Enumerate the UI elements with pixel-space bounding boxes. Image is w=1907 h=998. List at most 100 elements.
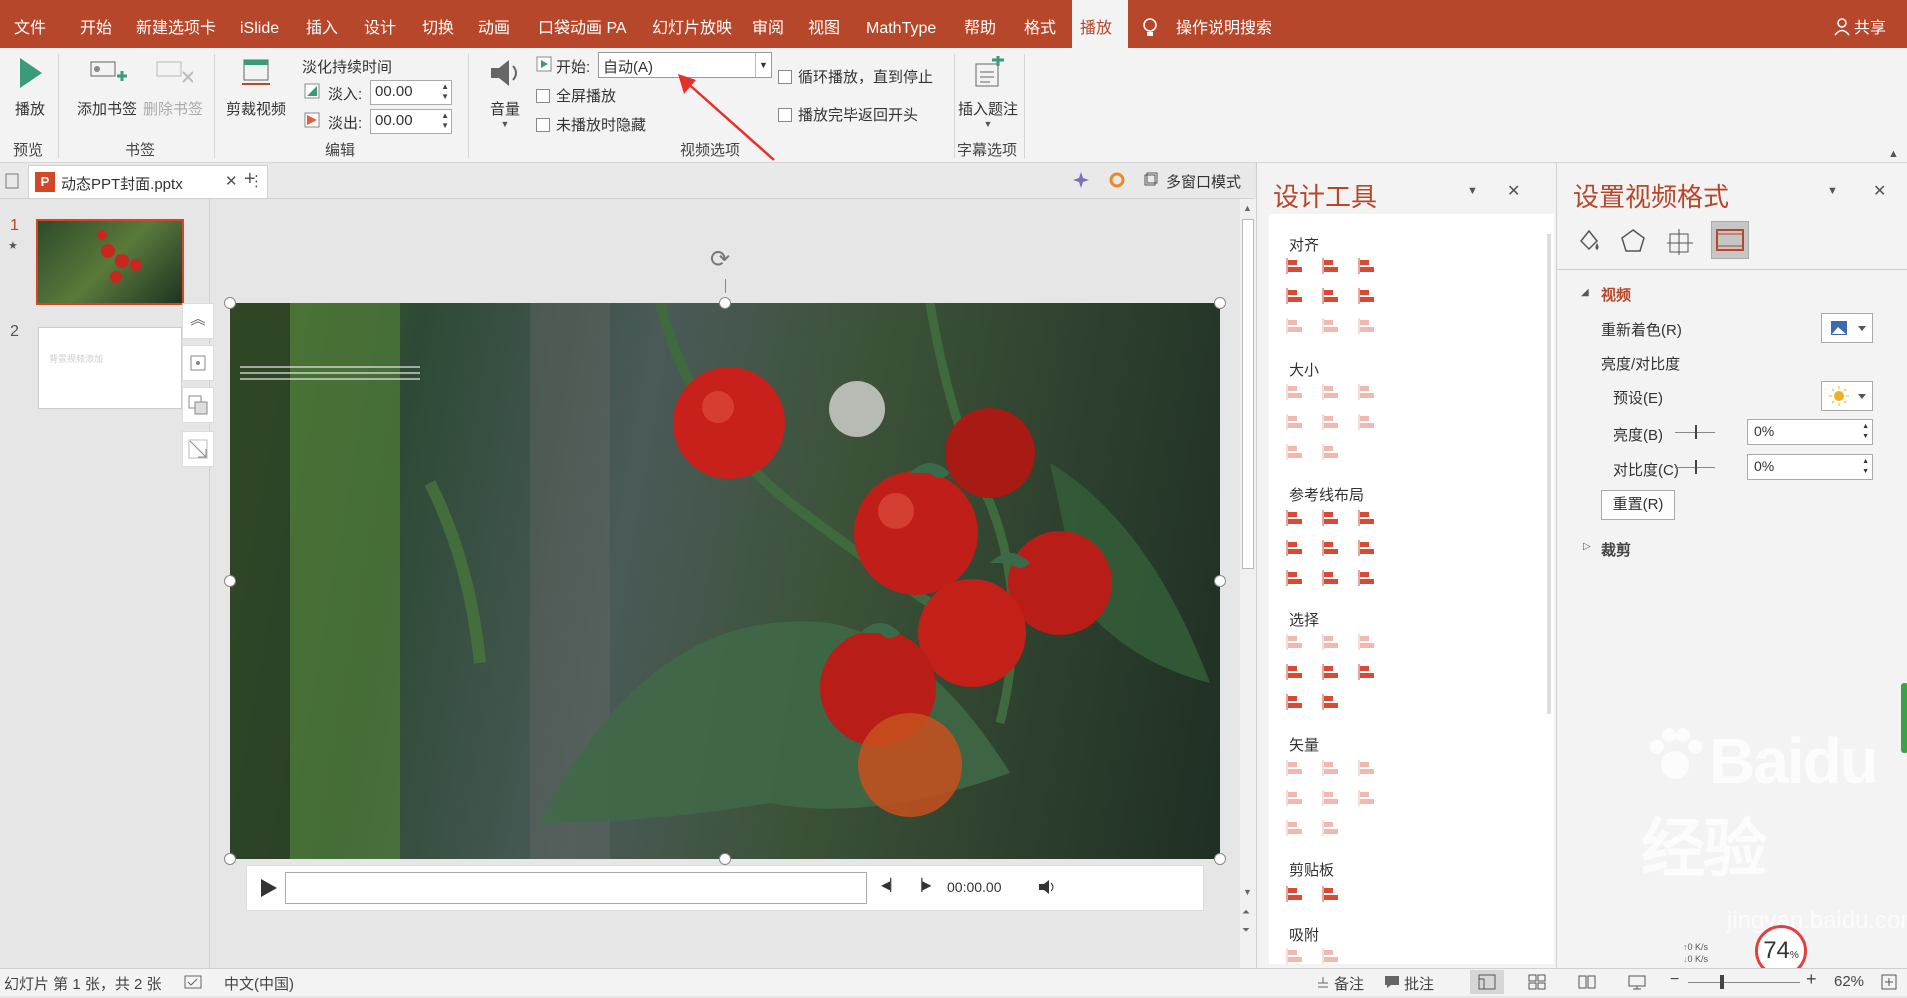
design-tool-icon[interactable] <box>1357 758 1377 778</box>
tell-me-search[interactable]: 操作说明搜索 <box>1168 0 1280 48</box>
step-back-icon[interactable]: ◀▏ <box>881 878 899 892</box>
design-tool-icon[interactable] <box>1321 538 1341 558</box>
video-tab-icon[interactable] <box>1711 221 1749 259</box>
pane-scrollbar[interactable] <box>1547 234 1551 714</box>
language[interactable]: 中文(中国) <box>224 973 294 994</box>
design-tool-icon[interactable] <box>1285 382 1305 402</box>
design-tool-icon[interactable] <box>1357 662 1377 682</box>
design-tool-icon[interactable] <box>1321 884 1341 904</box>
zoom-slider[interactable] <box>1688 982 1800 983</box>
tab-slideshow[interactable]: 幻灯片放映 <box>644 0 740 48</box>
spinner-arrows-icon[interactable]: ▲ ▼ <box>1862 422 1869 442</box>
tab-animations[interactable]: 动画 <box>470 0 518 48</box>
design-tool-icon[interactable] <box>1321 382 1341 402</box>
design-tool-icon[interactable] <box>1357 412 1377 432</box>
design-tool-icon[interactable] <box>1321 632 1341 652</box>
side-handle[interactable] <box>1901 683 1907 753</box>
notes-icon[interactable] <box>1316 975 1330 993</box>
rewind-checkbox[interactable]: 播放完毕返回开头 <box>778 104 918 125</box>
design-tool-icon[interactable] <box>1285 662 1305 682</box>
zoom-out-icon[interactable]: − <box>1670 971 1679 989</box>
slider-thumb[interactable] <box>1695 460 1697 474</box>
tab-insert[interactable]: 插入 <box>298 0 346 48</box>
design-tool-icon[interactable] <box>1321 508 1341 528</box>
effects-icon[interactable] <box>1619 227 1647 259</box>
checkbox-box[interactable] <box>536 89 550 103</box>
next-slide-icon[interactable]: ⏷ <box>1242 925 1250 936</box>
chevron-down-icon[interactable]: ▼ <box>1827 185 1838 197</box>
add-bookmark-button[interactable]: 添加书签 <box>74 56 140 119</box>
design-tool-icon[interactable] <box>1285 632 1305 652</box>
design-tool-icon[interactable] <box>1321 692 1341 712</box>
design-tool-icon[interactable] <box>1321 662 1341 682</box>
design-tool-icon[interactable] <box>1285 538 1305 558</box>
spinner-arrows-icon[interactable]: ▲ ▼ <box>1862 457 1869 477</box>
fullscreen-checkbox[interactable]: 全屏播放 <box>536 85 616 106</box>
fade-out-stepper[interactable]: 00.00 ▲ ▼ <box>370 109 452 134</box>
tab-review[interactable]: 审阅 <box>744 0 792 48</box>
document-list-icon[interactable] <box>4 172 22 194</box>
crop-section-header[interactable]: 裁剪 <box>1601 539 1631 560</box>
resize-handle[interactable] <box>1214 297 1226 309</box>
tab-home[interactable]: 开始 <box>72 0 120 48</box>
layer-icon[interactable] <box>182 387 214 423</box>
video-progress-bar[interactable] <box>285 872 867 904</box>
tab-design[interactable]: 设计 <box>356 0 404 48</box>
design-tool-icon[interactable] <box>1321 316 1341 336</box>
design-tool-icon[interactable] <box>1321 442 1341 462</box>
spinner-arrows-icon[interactable]: ▲ ▼ <box>441 82 449 102</box>
volume-button[interactable]: 音量 ▼ <box>480 56 530 129</box>
design-tool-icon[interactable] <box>1357 632 1377 652</box>
design-tool-icon[interactable] <box>1357 382 1377 402</box>
align-center-icon[interactable] <box>182 345 214 381</box>
design-tool-icon[interactable] <box>1321 818 1341 838</box>
checkbox-box[interactable] <box>536 118 550 132</box>
design-tool-icon[interactable] <box>1321 412 1341 432</box>
design-tool-icon[interactable] <box>1321 256 1341 276</box>
slide-thumbnail-1[interactable] <box>36 219 184 305</box>
play-icon[interactable] <box>257 876 279 904</box>
design-tool-icon[interactable] <box>1321 758 1341 778</box>
comments-button[interactable]: 批注 <box>1404 973 1434 994</box>
tab-help[interactable]: 帮助 <box>956 0 1004 48</box>
design-tool-icon[interactable] <box>1357 788 1377 808</box>
design-tool-icon[interactable] <box>1321 946 1341 966</box>
design-tool-icon[interactable] <box>1357 508 1377 528</box>
design-tool-icon[interactable] <box>1285 818 1305 838</box>
slideshow-view-icon[interactable] <box>1628 974 1646 994</box>
design-tool-icon[interactable] <box>1357 256 1377 276</box>
volume-icon[interactable] <box>1037 878 1057 900</box>
trim-video-button[interactable]: 剪裁视频 <box>222 56 290 119</box>
spellcheck-icon[interactable] <box>184 975 202 995</box>
resize-icon[interactable] <box>182 431 214 467</box>
design-tool-icon[interactable] <box>1285 316 1305 336</box>
fill-line-icon[interactable] <box>1575 227 1603 259</box>
prev-slide-icon[interactable]: ⏶ <box>1242 907 1250 918</box>
reading-view-icon[interactable] <box>1578 974 1596 994</box>
remove-bookmark-button[interactable]: 删除书签 <box>140 56 206 119</box>
design-tool-icon[interactable] <box>1285 412 1305 432</box>
design-tool-icon[interactable] <box>1285 256 1305 276</box>
presets-dropdown[interactable] <box>1821 381 1873 411</box>
design-tool-icon[interactable] <box>1357 568 1377 588</box>
design-tool-icon[interactable] <box>1285 568 1305 588</box>
collapse-up-icon[interactable]: ︽ <box>182 303 214 339</box>
design-tool-icon[interactable] <box>1357 286 1377 306</box>
tab-mathtype[interactable]: MathType <box>858 0 944 48</box>
add-tab-icon[interactable]: + <box>244 168 256 191</box>
brightness-input[interactable]: 0% ▲ ▼ <box>1747 419 1873 445</box>
spinner-arrows-icon[interactable]: ▲ ▼ <box>441 111 449 131</box>
slide-sorter-icon[interactable] <box>1528 974 1546 994</box>
recolor-dropdown[interactable] <box>1821 313 1873 343</box>
design-tool-icon[interactable] <box>1285 442 1305 462</box>
slide-thumbnail-2[interactable]: 背景视频添加 <box>38 327 182 409</box>
tab-file[interactable]: 文件 <box>6 0 54 48</box>
share-button[interactable]: 共享 <box>1846 0 1894 48</box>
design-tool-icon[interactable] <box>1285 884 1305 904</box>
reset-button[interactable]: 重置(R) <box>1601 490 1675 520</box>
design-tool-icon[interactable] <box>1285 286 1305 306</box>
design-tool-icon[interactable] <box>1357 538 1377 558</box>
resize-handle[interactable] <box>1214 853 1226 865</box>
zoom-in-icon[interactable]: + <box>1806 969 1817 990</box>
vertical-scrollbar[interactable]: ▲ ▼ ⏶ ⏷ <box>1240 199 1256 968</box>
